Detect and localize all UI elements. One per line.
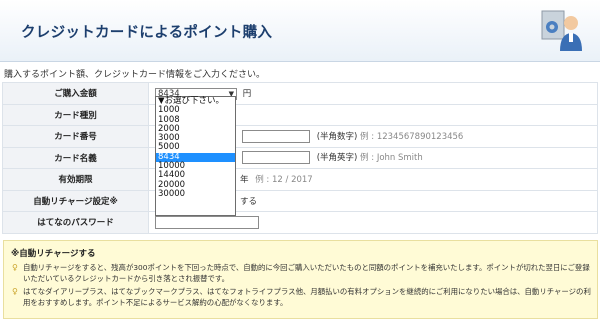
page-title: クレジットカードによるポイント購入 (21, 25, 273, 41)
auto-recharge-option[interactable]: する (240, 197, 257, 207)
card-number-row: カード番号 (半角数字) 例 : 1234567890123456 (2, 125, 598, 148)
card-name-hint: (半角英字) 例 : John Smith (316, 153, 423, 164)
expiry-hint: 例 : 12 / 2017 (255, 175, 313, 186)
lightbulb-icon: ♀ (12, 263, 18, 272)
auto-recharge-notice: ※自動リチャージする ♀ 自動リチャージをすると、残高が300ポイントを下回った… (3, 240, 598, 319)
notice-item: ♀ 自動リチャージをすると、残高が300ポイントを下回った時点で、自動的に今回ご… (12, 263, 590, 283)
card-type-label: カード種別 (2, 103, 149, 126)
expiry-row: 有効期限 年 例 : 12 / 2017 (2, 168, 598, 191)
expiry-year-suffix: 年 (240, 175, 249, 186)
purchase-form: ご購入金額 8434 ▼ 円 カード種別 カード番号 (半角数字) 例 : 12… (2, 82, 598, 234)
amount-row: ご購入金額 8434 ▼ 円 (2, 82, 598, 105)
card-name-input[interactable] (242, 151, 310, 165)
amount-dropdown-list: ▼お選び下さい。 1000 1008 2000 3000 5000 8434 1… (155, 96, 236, 216)
auto-recharge-row: 自動リチャージ設定※ する (2, 189, 598, 212)
expiry-label: 有効期限 (2, 168, 149, 191)
user-settings-icon (541, 10, 582, 51)
notice-item: ♀ はてなダイアリープラス、はてなブックマークプラス、はてなフォトライフプラス他… (12, 287, 591, 307)
dropdown-option[interactable]: 30000 (156, 189, 235, 199)
password-label: はてなのパスワード (2, 211, 149, 234)
notice-title: ※自動リチャージする (11, 249, 96, 259)
card-name-label: カード名義 (2, 146, 149, 169)
card-name-row: カード名義 (半角英字) 例 : John Smith (2, 146, 598, 169)
card-number-input[interactable] (242, 129, 310, 143)
card-number-hint: (半角数字) 例 : 1234567890123456 (316, 131, 464, 142)
intro-text: 購入するポイント額、クレジットカード情報をご入力ください。 (4, 70, 266, 80)
amount-label: ご購入金額 (2, 82, 149, 105)
auto-recharge-label: 自動リチャージ設定※ (2, 189, 149, 212)
password-row: はてなのパスワード (2, 211, 598, 234)
password-input[interactable] (155, 215, 259, 229)
page-header: クレジットカードによるポイント購入 (0, 0, 600, 62)
card-type-row: カード種別 (2, 103, 598, 126)
amount-unit: 円 (242, 89, 252, 99)
card-number-label: カード番号 (2, 125, 149, 148)
lightbulb-icon: ♀ (12, 287, 18, 296)
